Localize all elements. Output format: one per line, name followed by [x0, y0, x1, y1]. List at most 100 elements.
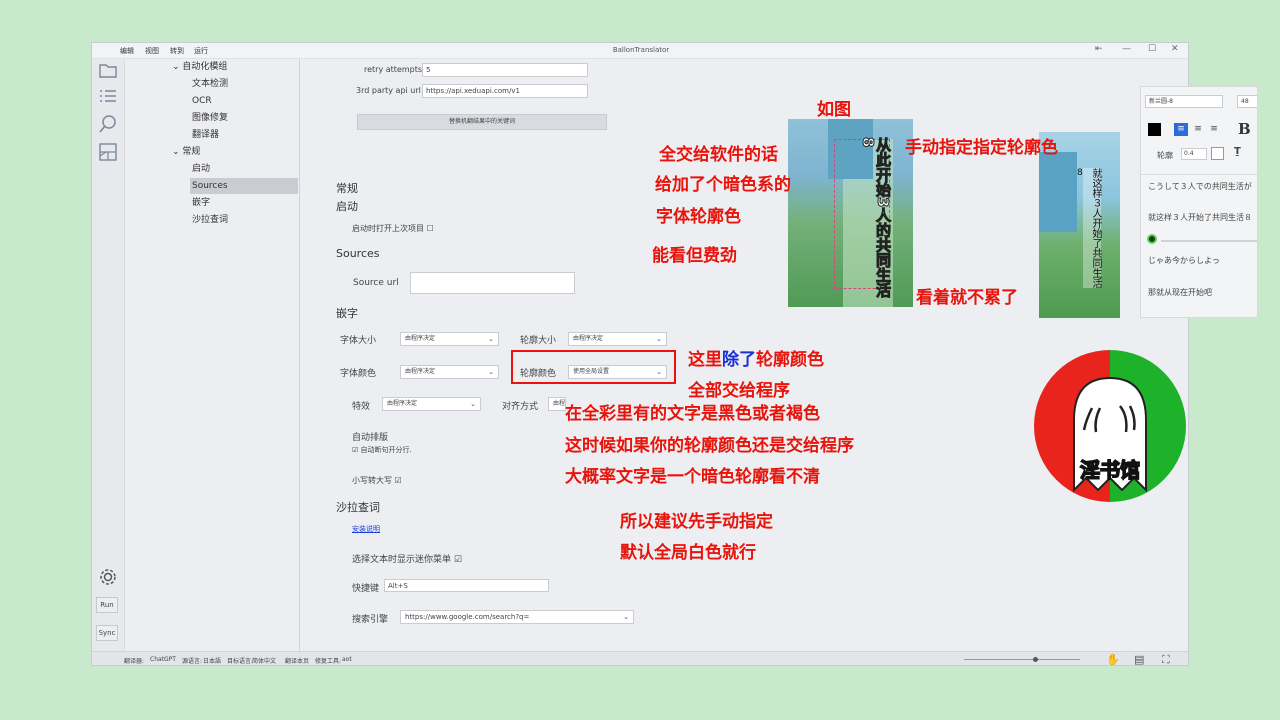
annotation-suggest-2: 默认全局白色就行: [620, 543, 756, 563]
folder-icon[interactable]: [96, 61, 120, 83]
tree-item-ocr[interactable]: OCR: [192, 93, 212, 109]
maximize-icon[interactable]: ☐: [1148, 44, 1156, 54]
translator-label: 翻译器:: [124, 658, 145, 665]
font-color-select[interactable]: 由程序决定 ⌄: [400, 365, 499, 379]
align-select[interactable]: 由程: [548, 397, 566, 411]
font-size-value: 由程序决定: [405, 335, 436, 342]
left-icon-bar: Run Sync: [92, 59, 125, 651]
translate-page-button[interactable]: 翻译本页: [285, 656, 309, 665]
cursor-indicator: [1147, 234, 1157, 244]
font-color-value: 由程序决定: [405, 368, 436, 375]
divider: [1141, 174, 1257, 175]
inpaint-tool-value[interactable]: aot: [342, 656, 352, 663]
restore-icon[interactable]: ⇤: [1095, 44, 1103, 54]
uppercase-checkbox[interactable]: 小写转大写 ☑: [352, 475, 402, 486]
stroke-size-select[interactable]: 由程序决定 ⌄: [568, 332, 667, 346]
chevron-down-icon: ⌄: [172, 147, 180, 157]
source-url-input[interactable]: [410, 272, 575, 294]
chevron-down-icon: ⌄: [623, 613, 629, 621]
background-building: [1039, 152, 1077, 232]
tree-item-general[interactable]: ⌄ 常规: [170, 144, 300, 160]
stroke-color-swatch[interactable]: [1211, 147, 1224, 160]
annotation-manual: 手动指定指定轮廓色: [905, 138, 1058, 158]
chevron-down-icon: ⌄: [470, 400, 476, 408]
auto-layout-label: 自动排版: [352, 433, 389, 443]
stroke-label: 轮廓: [1157, 151, 1173, 160]
tree-item-auto-group[interactable]: ⌄ 自动化模组: [170, 59, 300, 75]
install-guide-link[interactable]: 安装说明: [352, 524, 380, 534]
stroke-size-label: 轮廓大小: [520, 336, 557, 346]
font-size-select[interactable]: 由程序决定 ⌄: [400, 332, 499, 346]
retry-input[interactable]: 5: [422, 63, 588, 77]
tree-item-typeset[interactable]: 嵌字: [192, 195, 210, 211]
gear-icon[interactable]: [96, 567, 120, 589]
translator-value[interactable]: ChatGPT: [150, 656, 176, 663]
source-text-2[interactable]: じゃあ今からしよっ: [1148, 255, 1220, 266]
bold-icon[interactable]: B: [1238, 120, 1251, 138]
chevron-down-icon: ⌄: [488, 335, 494, 343]
run-button[interactable]: Run: [96, 597, 118, 613]
tree-item-startup[interactable]: 启动: [192, 161, 210, 177]
tree-item-inpaint[interactable]: 图像修复: [192, 110, 228, 126]
comic-white-outline-text: 就这样３人开始了共同生活: [1083, 168, 1101, 288]
source-lang-value[interactable]: 日本語: [203, 656, 221, 665]
comic-sample-dark-outline: 从此开始3人的共同生活8: [788, 119, 913, 307]
crop-icon[interactable]: ⛶: [1162, 653, 1170, 665]
saladict-header: 沙拉查词: [336, 501, 380, 514]
zoom-slider-handle[interactable]: [1033, 657, 1038, 662]
shortcut-input[interactable]: Alt+S: [384, 579, 549, 592]
target-lang-value[interactable]: 简体中文: [252, 656, 276, 665]
translation-text-2[interactable]: 那就从现在开始吧: [1148, 287, 1212, 298]
annotation-left-3: 字体轮廓色: [656, 207, 741, 227]
replace-keywords-button[interactable]: 替换机翻结果中的关键词: [357, 114, 607, 130]
comic-page-number: 8: [1077, 168, 1083, 178]
comic-sample-white-outline: 就这样３人开始了共同生活 8: [1039, 132, 1120, 318]
site-logo: 淫书馆: [1034, 350, 1186, 502]
search-engine-select[interactable]: https://www.google.com/search?q= ⌄: [400, 610, 634, 624]
search-icon[interactable]: [96, 114, 120, 136]
annotation-easy: 看着就不累了: [916, 288, 1018, 308]
effect-select[interactable]: 由程序决定 ⌄: [382, 397, 481, 411]
zoom-slider[interactable]: [964, 659, 1080, 660]
align-right-icon[interactable]: ≡: [1207, 123, 1221, 136]
align-left-icon[interactable]: ≡: [1174, 123, 1188, 136]
chevron-down-icon: ⌄: [172, 62, 180, 72]
hand-icon[interactable]: ✋: [1106, 653, 1120, 665]
effect-value: 由程序决定: [387, 400, 418, 407]
chevron-down-icon: ⌄: [656, 335, 662, 343]
sync-button[interactable]: Sync: [96, 625, 118, 641]
annotation-left-2: 给加了个暗色系的: [655, 175, 791, 195]
font-size-combo[interactable]: 48: [1237, 95, 1257, 108]
inpaint-tool-label: 修复工具:: [315, 658, 342, 665]
list-icon[interactable]: [96, 87, 120, 109]
mini-menu-checkbox[interactable]: 选择文本时显示迷你菜单 ☑: [352, 552, 462, 565]
api-url-input[interactable]: https://api.xeduapi.com/v1: [422, 84, 588, 98]
minimize-icon[interactable]: —: [1122, 44, 1131, 54]
highlight-box: [511, 350, 676, 384]
auto-wrap-checkbox[interactable]: ☑ 自动断句开分行.: [352, 445, 412, 455]
retry-label: retry attempts: [364, 65, 423, 74]
typeset-header: 嵌字: [336, 307, 358, 320]
sources-header: Sources: [336, 247, 380, 260]
open-last-checkbox[interactable]: 启动时打开上次项目 ☐: [352, 223, 434, 234]
stroke-width-combo[interactable]: 0.4: [1181, 148, 1207, 160]
align-center-icon[interactable]: ≡: [1191, 123, 1205, 136]
annotation-example: 如图: [817, 100, 851, 120]
translation-text-1[interactable]: 就这样３人开始了共同生活８: [1148, 212, 1252, 223]
layout-icon[interactable]: [96, 142, 120, 164]
line-spacing-icon[interactable]: Ṯ: [1234, 146, 1241, 157]
font-color-swatch[interactable]: [1148, 123, 1161, 136]
annotation-paragraph-1: 在全彩里有的文字是黑色或者褐色: [565, 404, 820, 424]
annotation-left-4: 能看但费劲: [652, 246, 737, 266]
close-icon[interactable]: ✕: [1171, 44, 1179, 54]
tree-item-saladict[interactable]: 沙拉查词: [192, 212, 228, 228]
search-engine-value: https://www.google.com/search?q=: [405, 613, 530, 621]
tree-item-translator[interactable]: 翻译器: [192, 127, 219, 143]
tree-item-text-detect[interactable]: 文本检测: [192, 76, 228, 92]
font-family-select[interactable]: 新兰圆-8: [1145, 95, 1223, 108]
panel-icon[interactable]: ▤: [1134, 653, 1144, 665]
tree-item-sources[interactable]: Sources: [190, 178, 298, 194]
source-text-1[interactable]: こうして３人での共同生活が: [1148, 181, 1252, 192]
text-edit-panel: 新兰圆-8 48 ≡ ≡ ≡ B 轮廓 0.4 Ṯ こうして３人での共同生活が …: [1140, 86, 1258, 318]
title-bar: 编辑 视图 转到 运行 BallonTranslator ⇤ — ☐ ✕: [92, 43, 1188, 59]
